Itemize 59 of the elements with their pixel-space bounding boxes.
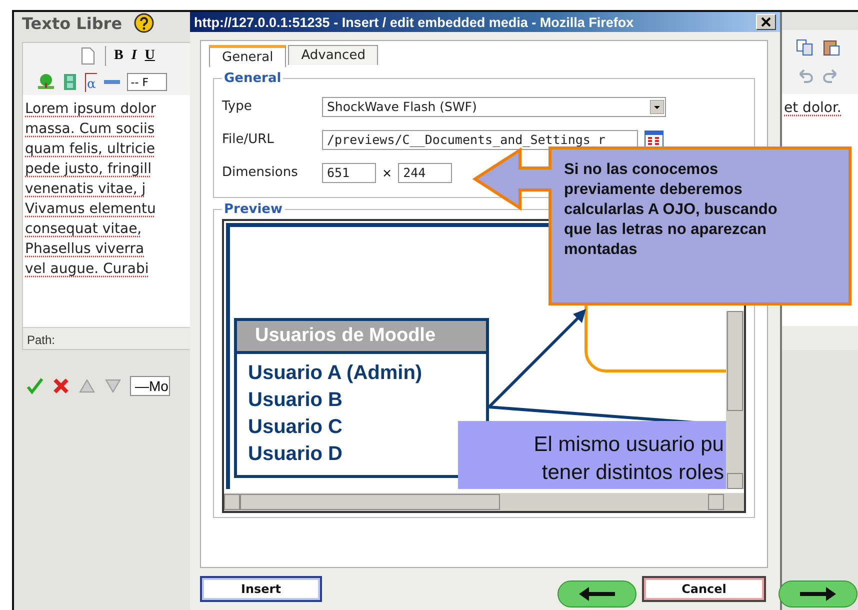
module-dropdown[interactable]: —Mo xyxy=(130,376,170,396)
browse-icon[interactable] xyxy=(644,130,664,150)
cross-icon[interactable] xyxy=(52,377,70,395)
editor-text-line: Lorem ipsum dolor xyxy=(25,100,157,119)
format-dropdown[interactable]: -- F xyxy=(126,73,167,91)
close-button[interactable] xyxy=(756,14,776,30)
next-button[interactable] xyxy=(778,580,858,608)
tree-picture-icon[interactable] xyxy=(37,73,55,91)
insert-button[interactable]: Insert xyxy=(200,576,322,602)
user-label: Usuario A (Admin) xyxy=(247,361,424,386)
editor-text-line: massa. Cum sociis xyxy=(25,120,156,139)
tab[interactable]: Advanced xyxy=(288,45,378,65)
user-label: Usuario B xyxy=(247,388,344,413)
width-field[interactable]: 651 xyxy=(322,162,376,182)
users-box-header: Usuarios de Moodle xyxy=(237,321,486,354)
window-title: http://127.0.0.1:51235 - Insert / edit embedded media - Mozilla Firefox xyxy=(194,14,634,30)
new-document-icon[interactable] xyxy=(79,47,97,65)
field-label: Type xyxy=(222,99,253,114)
cancel-button[interactable]: Cancel xyxy=(642,576,766,602)
vertical-scrollbar[interactable] xyxy=(726,311,744,489)
underline-button[interactable]: U xyxy=(144,48,155,64)
section-legend: Preview xyxy=(222,202,285,217)
callout-text: Si no las conocemos previamente deberemos calcularlas A OJO, buscando que las letras no aparezcan montadas xyxy=(564,160,778,260)
formula-button[interactable]: α xyxy=(85,72,97,92)
copy-icon[interactable] xyxy=(796,38,814,56)
paste-icon[interactable] xyxy=(822,38,840,56)
height-field[interactable]: 244 xyxy=(398,162,452,182)
bubble-text: tener distintos roles xyxy=(542,460,725,486)
bubble-text: El mismo usuario pu xyxy=(534,432,725,458)
editor-text-line: quam felis, ultricie xyxy=(25,140,156,159)
type-dropdown[interactable]: ShockWave Flash (SWF) xyxy=(322,96,666,116)
up-triangle-icon[interactable] xyxy=(78,377,96,395)
block-title: Texto Libre xyxy=(22,14,122,32)
close-icon xyxy=(761,17,771,27)
down-triangle-icon[interactable] xyxy=(104,377,122,395)
dropdown-arrow-icon xyxy=(650,100,664,114)
editor-text-line: vel augue. Curabi xyxy=(25,260,150,279)
url-field[interactable]: /previews/C__Documents_and_Settings_r xyxy=(322,130,638,150)
horizontal-scrollbar[interactable] xyxy=(224,493,744,511)
tab[interactable]: General xyxy=(209,45,286,67)
times-sign: × xyxy=(382,166,392,180)
path-label: Path: xyxy=(23,327,190,349)
user-label: Usuario C xyxy=(247,415,344,440)
editor-text-line: venenatis vitae, j xyxy=(25,180,147,199)
user-label: Usuario D xyxy=(247,442,344,467)
editor-text-line: Phasellus viverra xyxy=(25,240,146,259)
editor-text-line: et dolor. xyxy=(784,99,842,118)
back-button[interactable] xyxy=(557,580,637,608)
editor-text-line: consequat vitae, xyxy=(25,220,143,239)
section-legend: General xyxy=(222,71,284,86)
field-label: File/URL xyxy=(222,132,275,147)
film-icon[interactable] xyxy=(61,73,79,91)
editor-text-line: pede justo, fringill xyxy=(25,160,152,179)
field-label: Dimensions xyxy=(222,165,299,180)
help-icon[interactable] xyxy=(134,13,154,33)
bold-button[interactable]: B xyxy=(114,48,124,64)
italic-button[interactable]: I xyxy=(131,48,137,64)
check-icon[interactable] xyxy=(26,377,44,395)
editor-text-line: Vivamus elementu xyxy=(25,200,157,219)
